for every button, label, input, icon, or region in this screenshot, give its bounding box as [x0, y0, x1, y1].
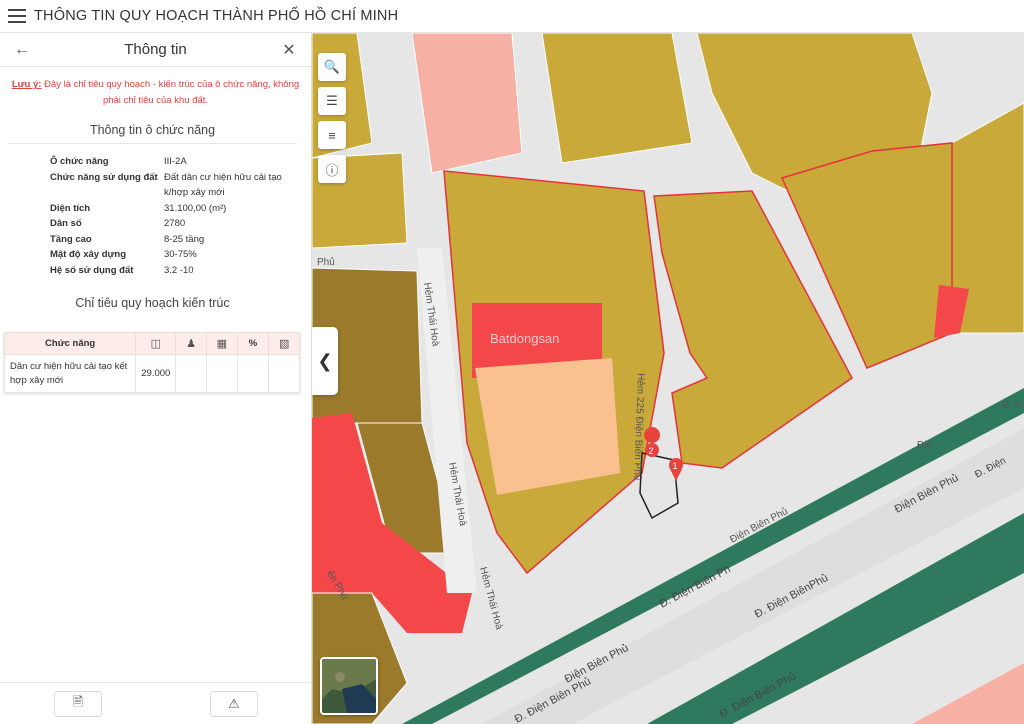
- info-row: Chức năng sử dụng đất Đất dân cư hiện hữu…: [50, 170, 311, 201]
- info-panel: ← Thông tin ✕ Lưu ý: Đây là chỉ tiêu quy…: [0, 33, 312, 724]
- planning-note: Lưu ý: Đây là chỉ tiêu quy hoạch - kiến …: [0, 67, 311, 109]
- col-population-icon: ♟: [175, 332, 207, 355]
- panel-title: Thông tin: [124, 41, 187, 58]
- calculator-icon: ▧: [278, 338, 290, 350]
- app-title: THÔNG TIN QUY HOẠCH THÀNH PHỐ HỒ CHÍ MIN…: [34, 8, 399, 24]
- orange-parcel[interactable]: [475, 358, 620, 495]
- info-key: Dân số: [50, 218, 82, 229]
- search-icon[interactable]: 🔍: [318, 53, 346, 81]
- chevron-left-icon: ❮: [317, 350, 333, 371]
- info-row: Mật độ xây dựng 30-75%: [50, 247, 311, 263]
- table-header-row: Chức năng ◫ ♟ ▦ % ▧: [3, 332, 300, 355]
- floors-icon: ▦: [216, 338, 228, 350]
- map-canvas[interactable]: Hẻm Thái Hoà Hẻm Thái Hoà Hẻm Thái Hoà H…: [312, 33, 1024, 724]
- street-label: Điệ: [917, 440, 932, 451]
- basemap-toggle[interactable]: [320, 657, 378, 715]
- col-percent: %: [236, 332, 270, 355]
- street-label: Phủ: [317, 256, 335, 268]
- collapse-panel-button[interactable]: ❮: [312, 327, 338, 395]
- info-value: 3.2 -10: [164, 264, 194, 276]
- planning-criteria-table: Chức năng ◫ ♟ ▦ % ▧ Dân cư hiện hữu cải …: [3, 332, 300, 393]
- info-icon[interactable]: ⓘ: [318, 155, 346, 183]
- info-value: 8-25 tầng: [164, 233, 205, 245]
- cell-empty: [205, 354, 238, 393]
- parcel-block[interactable]: [541, 33, 693, 164]
- population-icon: ♟: [186, 338, 197, 350]
- svg-text:1: 1: [673, 461, 678, 471]
- info-value: 30-75%: [164, 249, 197, 260]
- info-row: Dân số 2780: [50, 216, 311, 232]
- cell-function: Dân cư hiện hữu cải tạo kết hợp xây mới: [3, 354, 137, 393]
- back-arrow-icon[interactable]: ←: [12, 40, 32, 60]
- satellite-thumbnail-icon: [322, 659, 376, 713]
- top-bar: THÔNG TIN QUY HOẠCH THÀNH PHỐ HỒ CHÍ MIN…: [0, 0, 1024, 33]
- function-cell-info: Ô chức năng III-2A Chức năng sử dụng đất Đ…: [50, 154, 311, 278]
- cell-empty: [268, 354, 300, 393]
- close-icon[interactable]: ✕: [279, 40, 299, 60]
- info-key: Ô chức năng: [50, 156, 109, 167]
- panel-footer: 🗎 ⚠: [0, 682, 312, 724]
- info-key: Diện tích: [50, 202, 91, 214]
- cell-value: 29.000: [135, 354, 177, 393]
- info-row: Ô chức năng III-2A: [50, 154, 311, 170]
- info-value: Đất dân cư hiện hữu cải tạo k/hợp xây mớ…: [164, 171, 282, 199]
- panel-header: ← Thông tin ✕: [0, 33, 311, 67]
- info-key: Chức năng sử dụng đất: [50, 171, 158, 183]
- watermark-text: Batdongsan: [490, 331, 559, 346]
- col-ratio-icon: ▧: [268, 332, 300, 355]
- note-text: Đây là chỉ tiêu quy hoạch - kiến trúc củ…: [44, 79, 300, 106]
- table-row: Dân cư hiện hữu cải tạo kết hợp xây mới …: [3, 354, 300, 393]
- info-key: Tầng cao: [50, 233, 92, 245]
- svg-text:2: 2: [649, 446, 654, 456]
- info-key: Hệ số sử dụng đất: [50, 264, 134, 276]
- info-key: Mật độ xây dựng: [50, 249, 127, 260]
- document-icon[interactable]: 🗎: [54, 690, 102, 717]
- col-function: Chức năng: [3, 332, 137, 355]
- info-row: Diện tích 31.100,00 (m²): [50, 201, 311, 217]
- info-row: Tầng cao 8-25 tầng: [50, 232, 311, 248]
- building-height-icon: ◫: [150, 338, 161, 350]
- planning-map[interactable]: Hẻm Thái Hoà Hẻm Thái Hoà Hẻm Thái Hoà H…: [312, 33, 1024, 724]
- cell-empty: [175, 354, 207, 393]
- info-value: 31.100,00 (m²): [164, 202, 227, 214]
- info-value: 2780: [164, 218, 186, 229]
- note-label: Lưu ý:: [11, 79, 42, 90]
- info-value: III-2A: [164, 156, 187, 167]
- col-floor-icon: ▦: [205, 332, 238, 355]
- info-row: Hệ số sử dụng đất 3.2 -10: [50, 263, 311, 279]
- warning-icon[interactable]: ⚠: [210, 690, 258, 717]
- layers-icon[interactable]: ☰: [318, 87, 346, 115]
- hamburger-menu-icon[interactable]: [0, 0, 34, 33]
- section-title-function-cell: Thông tin ô chức năng: [8, 123, 297, 144]
- parcel-block[interactable]: [411, 33, 523, 174]
- cell-empty: [236, 354, 270, 393]
- col-building-icon: ◫: [135, 332, 177, 355]
- section-title-architecture: Chỉ tiêu quy hoạch kiến trúc: [75, 296, 230, 310]
- street-label: Đ. Đ: [1002, 400, 1022, 411]
- legend-list-icon[interactable]: ≡: [318, 121, 346, 149]
